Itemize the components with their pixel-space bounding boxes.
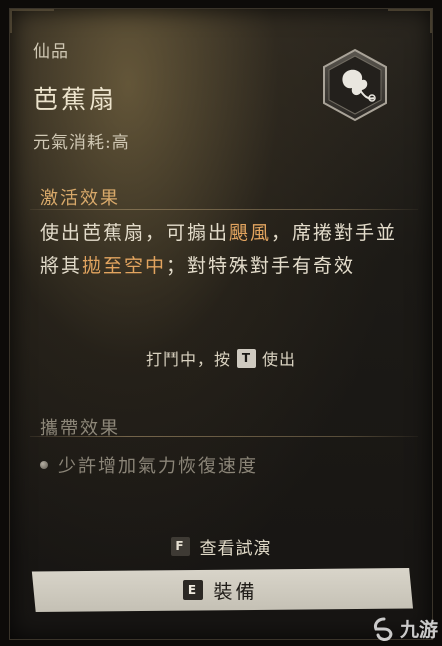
bullet-icon	[40, 461, 48, 469]
watermark-text: 九游	[399, 619, 438, 641]
activation-hint: 打鬥中，按 T 使出	[0, 346, 442, 370]
desc-highlight: 拋至空中	[82, 255, 167, 277]
desc-highlight: 颶風	[229, 222, 272, 244]
watermark: 九游	[371, 615, 438, 642]
watermark-logo-icon	[374, 617, 393, 641]
hint-suffix: 使出	[262, 350, 297, 369]
hint-prefix: 打鬥中，按	[145, 350, 231, 369]
f-key-icon: F	[170, 537, 190, 556]
desc-text: 使出芭蕉扇，可搧出	[40, 222, 230, 244]
section-divider	[30, 209, 418, 210]
item-rarity: 仙品	[33, 42, 69, 62]
corner-ornament	[10, 9, 54, 33]
activation-section-title: 激活效果	[40, 188, 120, 209]
banana-fan-emblem-icon	[323, 48, 387, 122]
carry-effect-text: 少許增加氣力恢復速度	[58, 456, 258, 477]
corner-ornament	[388, 9, 432, 33]
carry-effect-item: 少許增加氣力恢復速度	[40, 452, 258, 478]
item-cost: 元氣消耗:高	[33, 133, 130, 153]
preview-label: 查看試演	[199, 539, 272, 559]
item-name: 芭蕉扇	[33, 85, 118, 114]
equip-button[interactable]: E 裝備	[31, 568, 413, 612]
preview-button[interactable]: F 查看試演	[0, 534, 442, 559]
e-key-icon: E	[183, 580, 204, 600]
activation-description: 使出芭蕉扇，可搧出颶風，席捲對手並將其拋至空中；對特殊對手有奇效	[40, 217, 400, 283]
t-key-icon: T	[237, 348, 256, 368]
equip-label: 裝備	[213, 580, 258, 603]
section-divider	[30, 436, 418, 437]
desc-text: ；對特殊對手有奇效	[166, 255, 356, 277]
